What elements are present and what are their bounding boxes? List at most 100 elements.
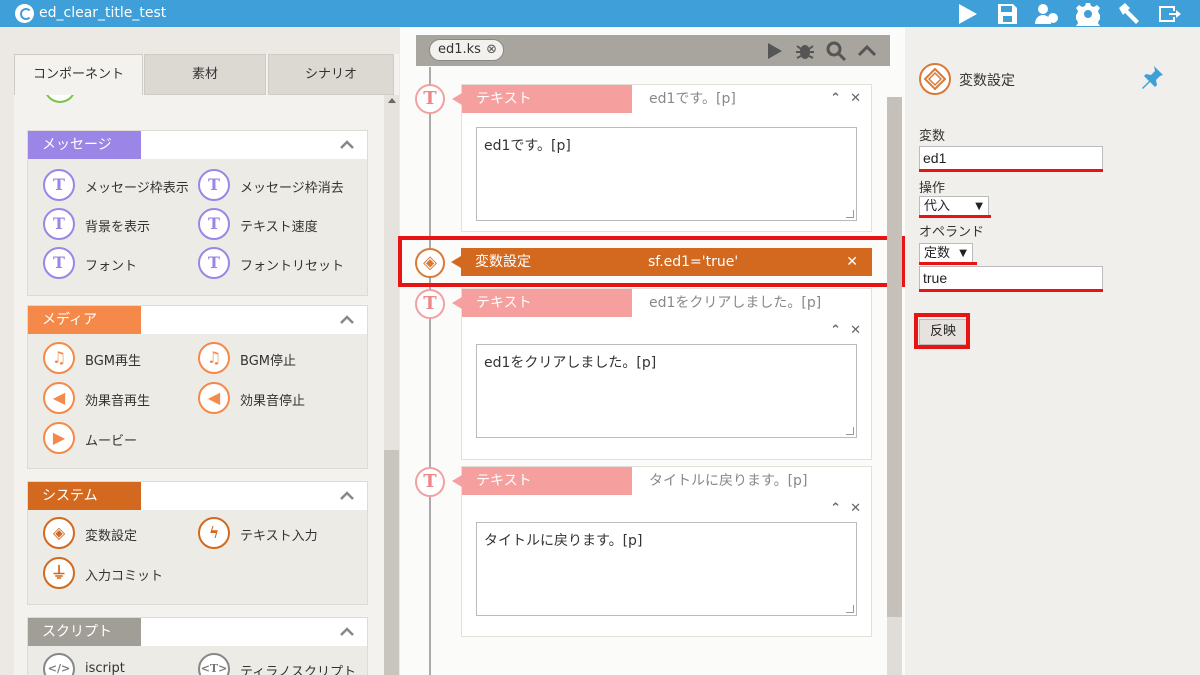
collapse-icon[interactable]: ⌃ — [830, 323, 841, 338]
save-icon[interactable] — [995, 2, 1019, 26]
resize-grip-icon[interactable] — [846, 427, 854, 435]
font-icon: T — [43, 247, 75, 279]
partial-item-icon — [44, 95, 76, 103]
highlight-underline — [919, 289, 1103, 292]
scenario-editor: ed1.ks ⊗ T テキスト ed1です。[p] ⌃ ✕ ed1です。[p] … — [398, 27, 905, 675]
debug-bug-icon[interactable] — [794, 40, 816, 62]
block-summary: タイトルに戻ります。[p] — [649, 473, 808, 489]
chevron-up-icon[interactable] — [339, 488, 355, 504]
highlight-box — [914, 313, 970, 349]
resize-grip-icon[interactable] — [846, 605, 854, 613]
gear-icon[interactable] — [1076, 2, 1100, 26]
category-media: メディア ♫ BGM再生 ♫ BGM停止 ◀ 効果音再生 ◀ 効果音停止 ▶ ムービー — [27, 305, 368, 469]
delete-icon[interactable]: ✕ — [850, 91, 861, 106]
properties-panel: 変数設定 変数 操作 代入▼ オペランド 定数▼ 反映 — [905, 27, 1200, 675]
text-editor[interactable]: ed1をクリアしました。[p] — [476, 344, 857, 438]
highlight-box — [398, 236, 905, 287]
users-gear-icon[interactable] — [1035, 2, 1059, 26]
category-system-label[interactable]: システム — [28, 482, 141, 510]
dropdown-arrow-icon: ▼ — [959, 248, 967, 259]
chevron-up-icon[interactable] — [339, 137, 355, 153]
window-title: ed_clear_title_test — [39, 5, 167, 21]
block-label: テキスト — [452, 85, 632, 113]
font-reset-icon: T — [198, 247, 230, 279]
chevron-up-icon[interactable] — [339, 312, 355, 328]
category-script: スクリプト </> iscript <T> ティラノスクリプト — [27, 617, 368, 675]
plug-icon: ⏚ — [43, 557, 75, 589]
tyrano-tag-icon: <T> — [198, 653, 230, 675]
operation-label: 操作 — [919, 181, 946, 196]
movie-icon: ▶ — [43, 422, 75, 454]
app-logo-icon — [15, 4, 34, 23]
highlight-underline — [919, 169, 1103, 172]
scrollbar-thumb[interactable] — [384, 450, 399, 675]
component-list[interactable]: メッセージ T メッセージ枠表示 T メッセージ枠消去 T 背景を表示 T テキスト速度… — [14, 95, 384, 675]
delete-icon[interactable]: ✕ — [850, 501, 861, 516]
tab-scenario[interactable]: シナリオ — [268, 54, 394, 95]
block-summary: ed1をクリアしました。[p] — [649, 295, 822, 311]
category-message: メッセージ T メッセージ枠表示 T メッセージ枠消去 T 背景を表示 T テキスト速度… — [27, 130, 368, 296]
component-panel: コンポーネント 素材 シナリオ メッセージ T メッセージ枠表示 T メッセージ枠消… — [14, 54, 399, 675]
tab-components[interactable]: コンポーネント — [14, 54, 143, 95]
variable-name-input[interactable] — [919, 146, 1103, 170]
text-node-icon: T — [415, 289, 445, 319]
panel-title: 変数設定 — [959, 73, 1015, 89]
message-hide-icon: T — [198, 169, 230, 201]
operand-value-input[interactable] — [919, 266, 1103, 290]
bgm-stop-icon: ♫ — [198, 342, 230, 374]
text-node-icon: T — [415, 84, 445, 114]
category-message-label[interactable]: メッセージ — [28, 131, 141, 159]
export-icon[interactable] — [1157, 2, 1181, 26]
text-node-icon: T — [415, 467, 445, 497]
chevron-up-icon[interactable] — [339, 624, 355, 640]
collapse-icon[interactable]: ⌃ — [830, 501, 841, 516]
category-media-label[interactable]: メディア — [28, 306, 141, 334]
text-block-2[interactable]: テキスト ed1をクリアしました。[p] ⌃ ✕ ed1をクリアしました。[p] — [452, 288, 872, 460]
message-show-icon: T — [43, 169, 75, 201]
background-icon: T — [43, 208, 75, 240]
text-block-3[interactable]: テキスト タイトルに戻ります。[p] ⌃ ✕ タイトルに戻ります。[p] — [452, 466, 872, 637]
category-system: システム ◈ 変数設定 ϟ テキスト入力 ⏚ 入力コミット — [27, 481, 368, 605]
bgm-play-icon: ♫ — [43, 342, 75, 374]
scrollbar-thumb[interactable] — [887, 97, 902, 617]
preview-play-icon[interactable] — [763, 40, 785, 62]
file-tab-bar: ed1.ks ⊗ — [416, 35, 890, 66]
file-tab[interactable]: ed1.ks ⊗ — [429, 39, 504, 61]
dropdown-arrow-icon: ▼ — [975, 201, 983, 212]
text-editor[interactable]: ed1です。[p] — [476, 127, 857, 221]
variable-icon — [919, 63, 951, 95]
highlight-underline — [919, 215, 991, 218]
close-tab-icon[interactable]: ⊗ — [486, 40, 497, 60]
search-icon[interactable] — [825, 40, 847, 62]
play-icon[interactable] — [955, 2, 979, 26]
text-block-1[interactable]: テキスト ed1です。[p] ⌃ ✕ ed1です。[p] — [452, 84, 872, 232]
left-scrollbar[interactable] — [384, 95, 399, 675]
se-stop-icon: ◀ — [198, 382, 230, 414]
operand-label: オペランド — [919, 225, 985, 240]
lightning-icon: ϟ — [198, 517, 230, 549]
highlight-underline — [919, 262, 977, 265]
block-label: テキスト — [452, 467, 632, 495]
block-label: テキスト — [452, 289, 632, 317]
text-editor[interactable]: タイトルに戻ります。[p] — [476, 522, 857, 616]
title-bar: ed_clear_title_test — [0, 0, 1200, 27]
scroll-up-arrow-icon[interactable] — [388, 98, 396, 103]
code-icon: </> — [43, 653, 75, 675]
collapse-up-icon[interactable] — [856, 40, 878, 62]
timeline-line — [429, 67, 431, 675]
variable-icon: ◈ — [43, 517, 75, 549]
block-summary: ed1です。[p] — [649, 91, 736, 107]
category-script-label[interactable]: スクリプト — [28, 618, 141, 646]
collapse-icon[interactable]: ⌃ — [830, 91, 841, 106]
se-play-icon: ◀ — [43, 382, 75, 414]
tab-assets[interactable]: 素材 — [144, 54, 266, 95]
text-speed-icon: T — [198, 208, 230, 240]
editor-scrollbar[interactable] — [887, 97, 902, 675]
left-tabs: コンポーネント 素材 シナリオ — [14, 54, 399, 95]
delete-icon[interactable]: ✕ — [850, 323, 861, 338]
variable-label: 変数 — [919, 129, 946, 144]
file-tab-label: ed1.ks — [438, 42, 481, 57]
hammer-icon[interactable] — [1117, 2, 1141, 26]
pin-icon[interactable] — [1140, 65, 1164, 89]
resize-grip-icon[interactable] — [846, 210, 854, 218]
